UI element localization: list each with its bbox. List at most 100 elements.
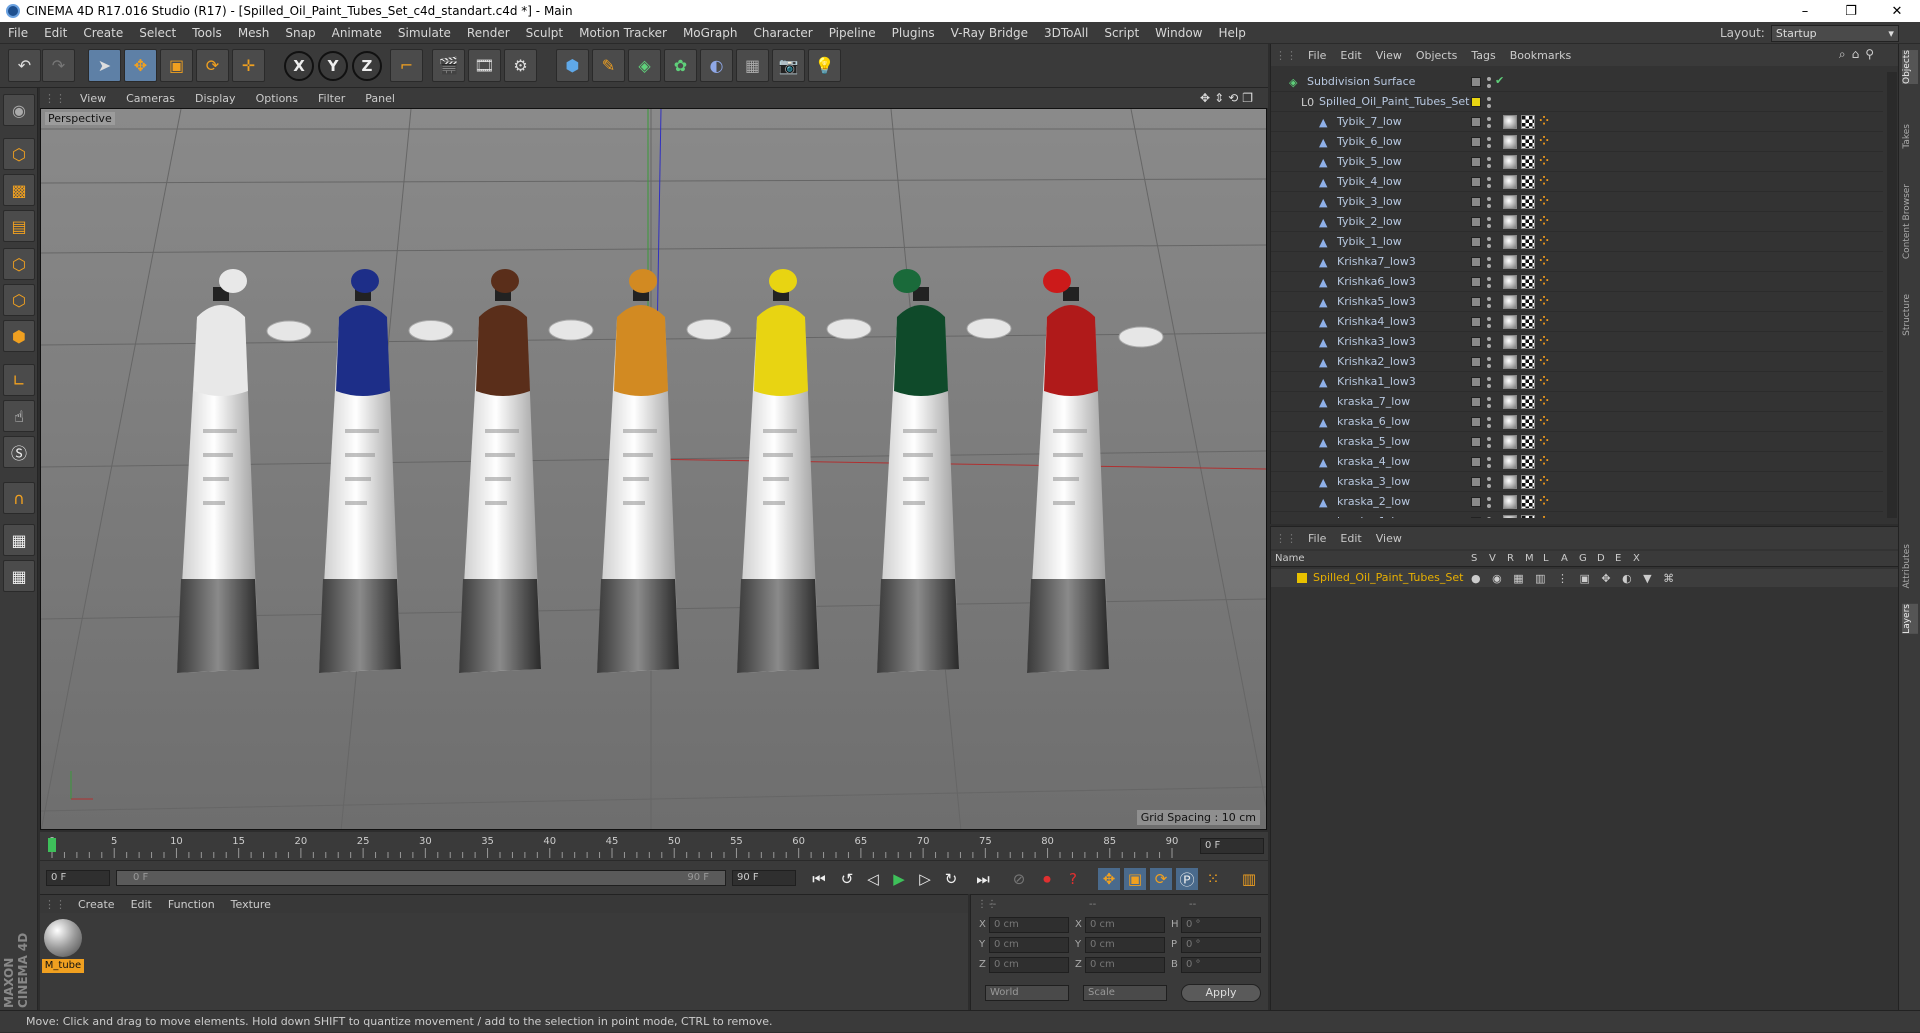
editor-visibility-dot[interactable] <box>1487 457 1491 461</box>
layer-menu-edit[interactable]: Edit <box>1333 532 1368 545</box>
layer-col-l[interactable]: L <box>1543 553 1549 564</box>
editor-visibility-dot[interactable] <box>1487 97 1491 101</box>
array-icon[interactable]: ✿ <box>664 49 697 82</box>
object-name[interactable]: Krishka1_low3 <box>1337 375 1416 388</box>
object-menu-objects[interactable]: Objects <box>1409 49 1465 62</box>
close-button[interactable]: ✕ <box>1874 0 1920 22</box>
editor-visibility-dot[interactable] <box>1487 237 1491 241</box>
coord-value-field[interactable]: 0 ° <box>1181 937 1261 953</box>
layer-swatch[interactable] <box>1471 477 1481 487</box>
object-row[interactable]: ▲ kraska_4_low ⁘ <box>1271 452 1883 472</box>
material-tag-icon[interactable]: ⁘ <box>1539 354 1549 368</box>
layer-swatch[interactable] <box>1471 77 1481 87</box>
object-row[interactable]: ▲ kraska_7_low ⁘ <box>1271 392 1883 412</box>
layer-row[interactable]: Spilled_Oil_Paint_Tubes_Set ● ◉ ▦ ▥ ⋮ ▣ … <box>1271 569 1899 587</box>
editor-visibility-dot[interactable] <box>1487 517 1491 518</box>
uvw-tag-icon[interactable] <box>1521 355 1535 369</box>
editor-visibility-dot[interactable] <box>1487 337 1491 341</box>
material-tag-icon[interactable]: ⁘ <box>1539 394 1549 408</box>
frame-range-slider[interactable]: 0 F 90 F <box>116 870 726 886</box>
coord-value-field[interactable]: 0 ° <box>1181 957 1261 973</box>
layer-swatch[interactable] <box>1471 137 1481 147</box>
material-menu-create[interactable]: Create <box>70 898 123 911</box>
object-row[interactable]: ▲ kraska_2_low ⁘ <box>1271 492 1883 512</box>
next-frame-icon[interactable]: ▷ <box>914 868 936 890</box>
render-view-icon[interactable]: 🎬 <box>432 49 465 82</box>
layer-menu-file[interactable]: File <box>1301 532 1333 545</box>
render-visibility-dot[interactable] <box>1487 144 1491 148</box>
phong-tag-icon[interactable] <box>1503 255 1517 269</box>
editor-visibility-dot[interactable] <box>1487 477 1491 481</box>
editor-visibility-dot[interactable] <box>1487 257 1491 261</box>
solo-mode-icon[interactable]: Ⓢ <box>3 436 35 468</box>
uvw-tag-icon[interactable] <box>1521 375 1535 389</box>
layer-swatch[interactable] <box>1471 277 1481 287</box>
polygons-mode-icon[interactable]: ⬢ <box>3 320 35 352</box>
phong-tag-icon[interactable] <box>1503 435 1517 449</box>
object-list-scrollbar[interactable] <box>1887 72 1897 518</box>
material-tag-icon[interactable]: ⁘ <box>1539 334 1549 348</box>
object-row[interactable]: ◈ Subdivision Surface ✔ <box>1271 72 1883 92</box>
make-editable-icon[interactable]: ◉ <box>3 94 35 126</box>
object-name[interactable]: kraska_3_low <box>1337 475 1410 488</box>
previous-key-icon[interactable]: ↺ <box>836 868 858 890</box>
uvw-tag-icon[interactable] <box>1521 295 1535 309</box>
material-menu-texture[interactable]: Texture <box>223 898 279 911</box>
render-visibility-dot[interactable] <box>1487 184 1491 188</box>
object-name[interactable]: kraska_1_low <box>1337 515 1410 518</box>
coord-value-field[interactable]: 0 ° <box>1181 917 1261 933</box>
material-tag-icon[interactable]: ⁘ <box>1539 294 1549 308</box>
object-row[interactable]: ▲ Krishka2_low3 ⁘ <box>1271 352 1883 372</box>
material-tag-icon[interactable]: ⁘ <box>1539 474 1549 488</box>
menu-create[interactable]: Create <box>75 26 131 40</box>
phong-tag-icon[interactable] <box>1503 335 1517 349</box>
redo-icon[interactable]: ↷ <box>42 49 75 82</box>
layer-swatch[interactable] <box>1471 497 1481 507</box>
layer-color-swatch[interactable] <box>1297 573 1307 583</box>
menu-mesh[interactable]: Mesh <box>230 26 278 40</box>
side-tab-layers[interactable]: Layers <box>1902 604 1918 634</box>
material-tag-icon[interactable]: ⁘ <box>1539 494 1549 508</box>
editor-visibility-dot[interactable] <box>1487 217 1491 221</box>
coord-value-field[interactable]: 0 cm <box>1085 937 1165 953</box>
render-visibility-dot[interactable] <box>1487 444 1491 448</box>
side-tab-content-browser[interactable]: Content Browser <box>1902 184 1918 259</box>
phong-tag-icon[interactable] <box>1503 355 1517 369</box>
timeline-playhead[interactable] <box>48 838 56 852</box>
render-visibility-dot[interactable] <box>1487 204 1491 208</box>
workplane-mode-icon[interactable]: ▤ <box>3 210 35 242</box>
key-position-icon[interactable]: ✥ <box>1098 868 1120 890</box>
layer-name[interactable]: Spilled_Oil_Paint_Tubes_Set <box>1313 571 1463 584</box>
render-visibility-dot[interactable] <box>1487 324 1491 328</box>
layer-col-x[interactable]: X <box>1633 553 1640 564</box>
menu-file[interactable]: File <box>0 26 36 40</box>
render-visibility-dot[interactable] <box>1487 384 1491 388</box>
uvw-tag-icon[interactable] <box>1521 195 1535 209</box>
enabled-check-icon[interactable]: ✔ <box>1495 74 1504 87</box>
menu-edit[interactable]: Edit <box>36 26 75 40</box>
floor-icon[interactable]: ▦ <box>736 49 769 82</box>
menu-mograph[interactable]: MoGraph <box>675 26 746 40</box>
editor-visibility-dot[interactable] <box>1487 77 1491 81</box>
layer-col-name[interactable]: Name <box>1275 553 1305 564</box>
object-name[interactable]: Krishka7_low3 <box>1337 255 1416 268</box>
perspective-viewport[interactable]: Perspective Grid Spacing : 10 cm <box>40 108 1267 830</box>
menu-animate[interactable]: Animate <box>324 26 390 40</box>
render-visibility-dot[interactable] <box>1487 264 1491 268</box>
uvw-tag-icon[interactable] <box>1521 115 1535 129</box>
menu-pipeline[interactable]: Pipeline <box>821 26 884 40</box>
uvw-tag-icon[interactable] <box>1521 315 1535 329</box>
edges-mode-icon[interactable]: ⬡ <box>3 284 35 316</box>
object-name[interactable]: kraska_6_low <box>1337 415 1410 428</box>
menu-select[interactable]: Select <box>131 26 184 40</box>
object-row[interactable]: ▲ Tybik_3_low ⁘ <box>1271 192 1883 212</box>
layer-swatch[interactable] <box>1471 397 1481 407</box>
size-mode-dropdown[interactable]: Scale <box>1083 985 1167 1001</box>
camera-icon[interactable]: 📷 <box>772 49 805 82</box>
phong-tag-icon[interactable] <box>1503 155 1517 169</box>
uvw-tag-icon[interactable] <box>1521 155 1535 169</box>
material-menu-function[interactable]: Function <box>160 898 223 911</box>
key-parameter-icon[interactable]: Ⓟ <box>1176 868 1198 890</box>
render-visibility-dot[interactable] <box>1487 344 1491 348</box>
phong-tag-icon[interactable] <box>1503 495 1517 509</box>
